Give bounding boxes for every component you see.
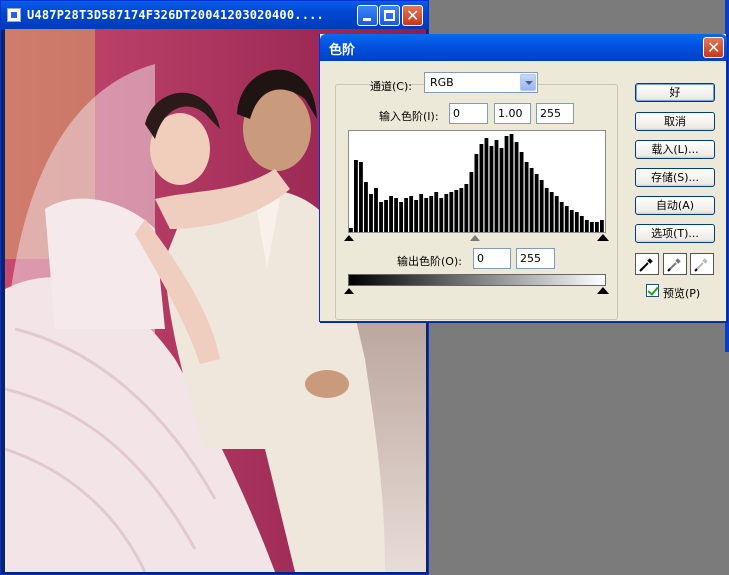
document-titlebar[interactable]: U487P28T3D587174F326DT20041203020400....…: [1, 1, 428, 29]
histogram-bar: [354, 160, 358, 232]
input-white-slider[interactable]: [597, 234, 609, 241]
close-icon: ✕: [707, 38, 721, 57]
output-white-slider[interactable]: [597, 287, 609, 294]
output-white-field[interactable]: 255: [516, 248, 555, 269]
minimize-icon: [363, 18, 371, 21]
output-black-field[interactable]: 0: [473, 248, 511, 269]
histogram-bar: [474, 154, 479, 232]
gray-eyedropper-button[interactable]: [663, 253, 687, 275]
preview-checkbox[interactable]: [646, 284, 659, 297]
histogram-bar: [384, 200, 388, 232]
dialog-title: 色阶: [329, 43, 356, 58]
histogram-bar: [414, 200, 419, 232]
input-gamma-slider[interactable]: [470, 235, 480, 241]
histogram-bar: [579, 216, 584, 232]
dialog-close-button[interactable]: ✕: [703, 37, 724, 58]
histogram-bar: [589, 222, 594, 232]
histogram-bar: [424, 198, 429, 232]
histogram-bar: [519, 152, 524, 232]
close-button[interactable]: ✕: [402, 5, 423, 26]
histogram-bar: [599, 220, 604, 232]
output-gradient-bar: [348, 274, 606, 286]
histogram-bar: [349, 228, 353, 232]
channel-select[interactable]: RGB: [424, 72, 538, 93]
channel-label: 通道(C):: [370, 80, 412, 93]
preview-label[interactable]: 预览(P): [663, 285, 700, 301]
auto-button[interactable]: 自动(A): [635, 196, 715, 215]
cancel-button[interactable]: 取消: [635, 112, 715, 131]
histogram-bar: [539, 180, 544, 232]
channel-value: RGB: [430, 76, 454, 89]
histogram-bar: [459, 188, 464, 232]
histogram-bar: [359, 162, 363, 232]
save-button[interactable]: 存储(S)...: [635, 168, 715, 187]
histogram-bar: [429, 196, 434, 232]
histogram-bar: [454, 190, 459, 232]
histogram-bar: [389, 196, 393, 232]
histogram-bar: [509, 134, 514, 232]
levels-dialog: 色阶 ✕ 通道(C): RGB 输入色阶(I): 0 1.00 255 输出色阶…: [319, 34, 727, 322]
input-black-field[interactable]: 0: [449, 103, 488, 124]
histogram-bar: [444, 194, 449, 232]
histogram-bar: [574, 212, 579, 232]
histogram-bar: [464, 184, 469, 232]
histogram-bar: [404, 198, 409, 232]
histogram-bar: [409, 196, 414, 232]
histogram-bar: [374, 188, 378, 232]
input-slider-track[interactable]: [344, 233, 612, 243]
histogram-bar: [534, 174, 539, 232]
histogram-bar: [394, 198, 398, 232]
document-title: U487P28T3D587174F326DT20041203020400....: [27, 8, 324, 22]
maximize-button[interactable]: [379, 5, 400, 26]
output-black-slider[interactable]: [344, 288, 354, 294]
histogram-bar: [449, 192, 454, 232]
histogram-bar: [399, 202, 404, 232]
document-app-icon: [7, 8, 21, 22]
input-levels-label: 输入色阶(I):: [379, 110, 439, 123]
histogram-bar: [559, 202, 564, 232]
histogram-bar: [569, 210, 574, 232]
minimize-button[interactable]: [357, 5, 378, 26]
histogram-bar: [469, 172, 474, 232]
histogram-bar: [529, 168, 534, 232]
input-gamma-field[interactable]: 1.00: [494, 103, 531, 124]
histogram-bar: [499, 148, 504, 232]
histogram-bar: [439, 198, 444, 232]
options-button[interactable]: 选项(T)...: [635, 224, 715, 243]
histogram-bar: [544, 188, 549, 232]
histogram-bar: [479, 144, 484, 232]
histogram-bar: [594, 222, 599, 232]
eyedropper-white-icon: [694, 258, 708, 272]
histogram-bar: [489, 146, 494, 232]
histogram-bar: [504, 136, 509, 232]
histogram-bar: [419, 194, 424, 232]
input-black-slider[interactable]: [344, 235, 354, 241]
histogram-bar: [379, 202, 383, 232]
histogram-bar: [524, 162, 529, 232]
histogram-bar: [549, 192, 554, 232]
eyedropper-black-icon: [639, 258, 653, 272]
histogram-bar: [584, 220, 589, 232]
histogram-bar: [564, 206, 569, 232]
histogram-bar: [494, 140, 499, 232]
histogram-bar: [364, 182, 368, 232]
output-slider-track[interactable]: [344, 286, 612, 296]
histogram-bar: [369, 194, 373, 232]
histogram: [348, 130, 606, 233]
histogram-bar: [434, 192, 439, 232]
input-white-field[interactable]: 255: [536, 103, 574, 124]
histogram-bar: [514, 142, 519, 232]
close-icon: ✕: [406, 6, 420, 25]
output-levels-label: 输出色阶(O):: [397, 255, 462, 268]
white-eyedropper-button[interactable]: [690, 253, 714, 275]
black-eyedropper-button[interactable]: [635, 253, 659, 275]
histogram-bar: [554, 196, 559, 232]
maximize-icon: [384, 10, 395, 21]
ok-button[interactable]: 好: [635, 83, 715, 102]
chevron-down-icon[interactable]: [520, 74, 536, 91]
load-button[interactable]: 载入(L)...: [635, 140, 715, 159]
eyedropper-gray-icon: [667, 258, 681, 272]
histogram-bar: [484, 138, 489, 232]
dialog-titlebar[interactable]: 色阶 ✕: [320, 34, 727, 61]
